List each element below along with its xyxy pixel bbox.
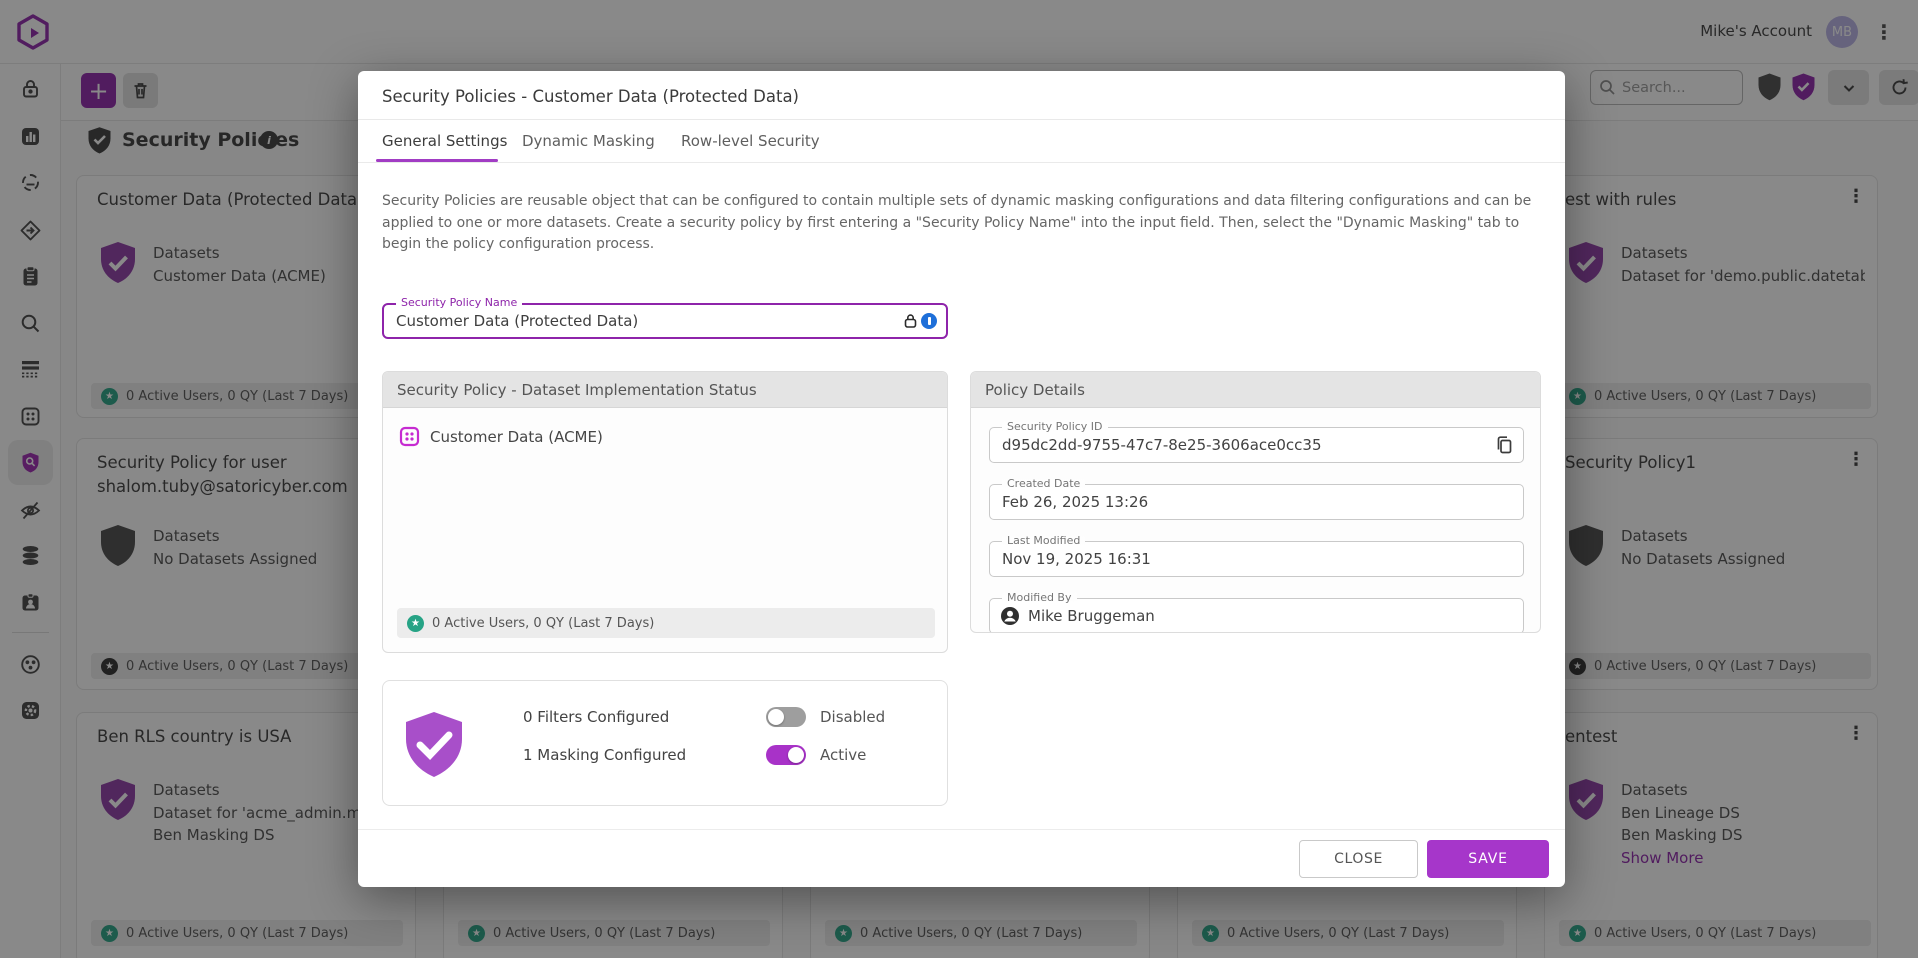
- modal-description: Security Policies are reusable object th…: [382, 191, 1547, 256]
- security-policy-id-field: Security Policy ID d95dc2dd-9755-47c7-8e…: [989, 427, 1524, 463]
- policy-details-title: Policy Details: [971, 372, 1540, 408]
- masking-configured-label: 1 Masking Configured: [523, 746, 686, 764]
- input-addon-icons: [903, 313, 937, 329]
- security-policy-modal: Security Policies - Customer Data (Prote…: [358, 71, 1565, 887]
- active-users-badge: ★ 0 Active Users, 0 QY (Last 7 Days): [397, 608, 935, 638]
- dataset-name: Customer Data (ACME): [430, 428, 603, 446]
- field-value: Feb 26, 2025 13:26: [1002, 485, 1148, 519]
- tab-general-settings[interactable]: General Settings: [382, 132, 507, 150]
- field-value: Mike Bruggeman: [1028, 599, 1155, 633]
- big-shield-check-icon: [399, 709, 469, 781]
- policy-details-panel: Policy Details Security Policy ID d95dc2…: [970, 371, 1541, 633]
- security-policy-name-label: Security Policy Name: [396, 296, 522, 309]
- modal-title: Security Policies - Customer Data (Prote…: [382, 87, 799, 106]
- implementation-panel-title: Security Policy - Dataset Implementation…: [383, 372, 947, 408]
- copy-icon[interactable]: [1493, 434, 1515, 456]
- filters-state-label: Disabled: [820, 708, 885, 726]
- tab-dynamic-masking[interactable]: Dynamic Masking: [522, 132, 655, 150]
- modified-by-field: Modified By Mike Bruggeman: [989, 598, 1524, 633]
- created-date-field: Created Date Feb 26, 2025 13:26: [989, 484, 1524, 520]
- policy-status-card: 0 Filters Configured Disabled 1 Masking …: [382, 680, 948, 806]
- modal-footer-divider: [358, 829, 1565, 830]
- tab-row-level-security[interactable]: Row-level Security: [681, 132, 820, 150]
- field-value: Nov 19, 2025 16:31: [1002, 542, 1151, 576]
- masking-toggle[interactable]: [766, 745, 806, 765]
- modal-title-divider: [358, 119, 1565, 120]
- last-modified-field: Last Modified Nov 19, 2025 16:31: [989, 541, 1524, 577]
- star-icon: ★: [407, 615, 424, 632]
- dataset-icon: [399, 426, 420, 447]
- implementation-status-panel: Security Policy - Dataset Implementation…: [382, 371, 948, 653]
- dataset-row[interactable]: Customer Data (ACME): [399, 426, 603, 447]
- security-policy-name-field: Security Policy Name: [382, 303, 948, 339]
- app-root: Mike's Account MB ⋮: [0, 0, 1918, 958]
- lock-autofill-icon[interactable]: [903, 313, 918, 329]
- security-policy-name-input[interactable]: [396, 305, 836, 337]
- tabs-divider: [358, 162, 1565, 163]
- save-button[interactable]: SAVE: [1427, 840, 1549, 878]
- filters-toggle[interactable]: [766, 707, 806, 727]
- password-manager-icon[interactable]: [921, 313, 937, 329]
- close-button[interactable]: CLOSE: [1299, 840, 1418, 878]
- masking-state-label: Active: [820, 746, 866, 764]
- filters-configured-label: 0 Filters Configured: [523, 708, 669, 726]
- person-icon: [1000, 606, 1020, 626]
- field-value: d95dc2dd-9755-47c7-8e25-3606ace0cc35: [1002, 428, 1322, 462]
